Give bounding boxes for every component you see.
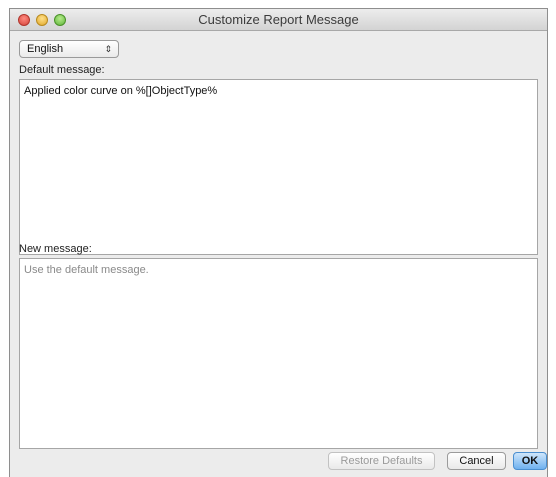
default-message-label: Default message: [19,64,105,76]
ok-button[interactable]: OK [513,452,547,470]
restore-defaults-button[interactable]: Restore Defaults [328,452,435,470]
title-bar: Customize Report Message [10,9,547,31]
language-select[interactable]: English ⇕ [19,40,119,58]
select-arrows-icon: ⇕ [104,44,112,54]
cancel-button[interactable]: Cancel [447,452,506,470]
default-message-textarea[interactable]: Applied color curve on %[]ObjectType% [19,79,538,255]
new-message-label: New message: [19,243,92,255]
customize-report-message-dialog: Customize Report Message English ⇕ Defau… [9,8,548,477]
new-message-textarea[interactable]: Use the default message. [19,258,538,449]
window-title: Customize Report Message [198,12,359,27]
language-select-value: English [27,43,64,55]
